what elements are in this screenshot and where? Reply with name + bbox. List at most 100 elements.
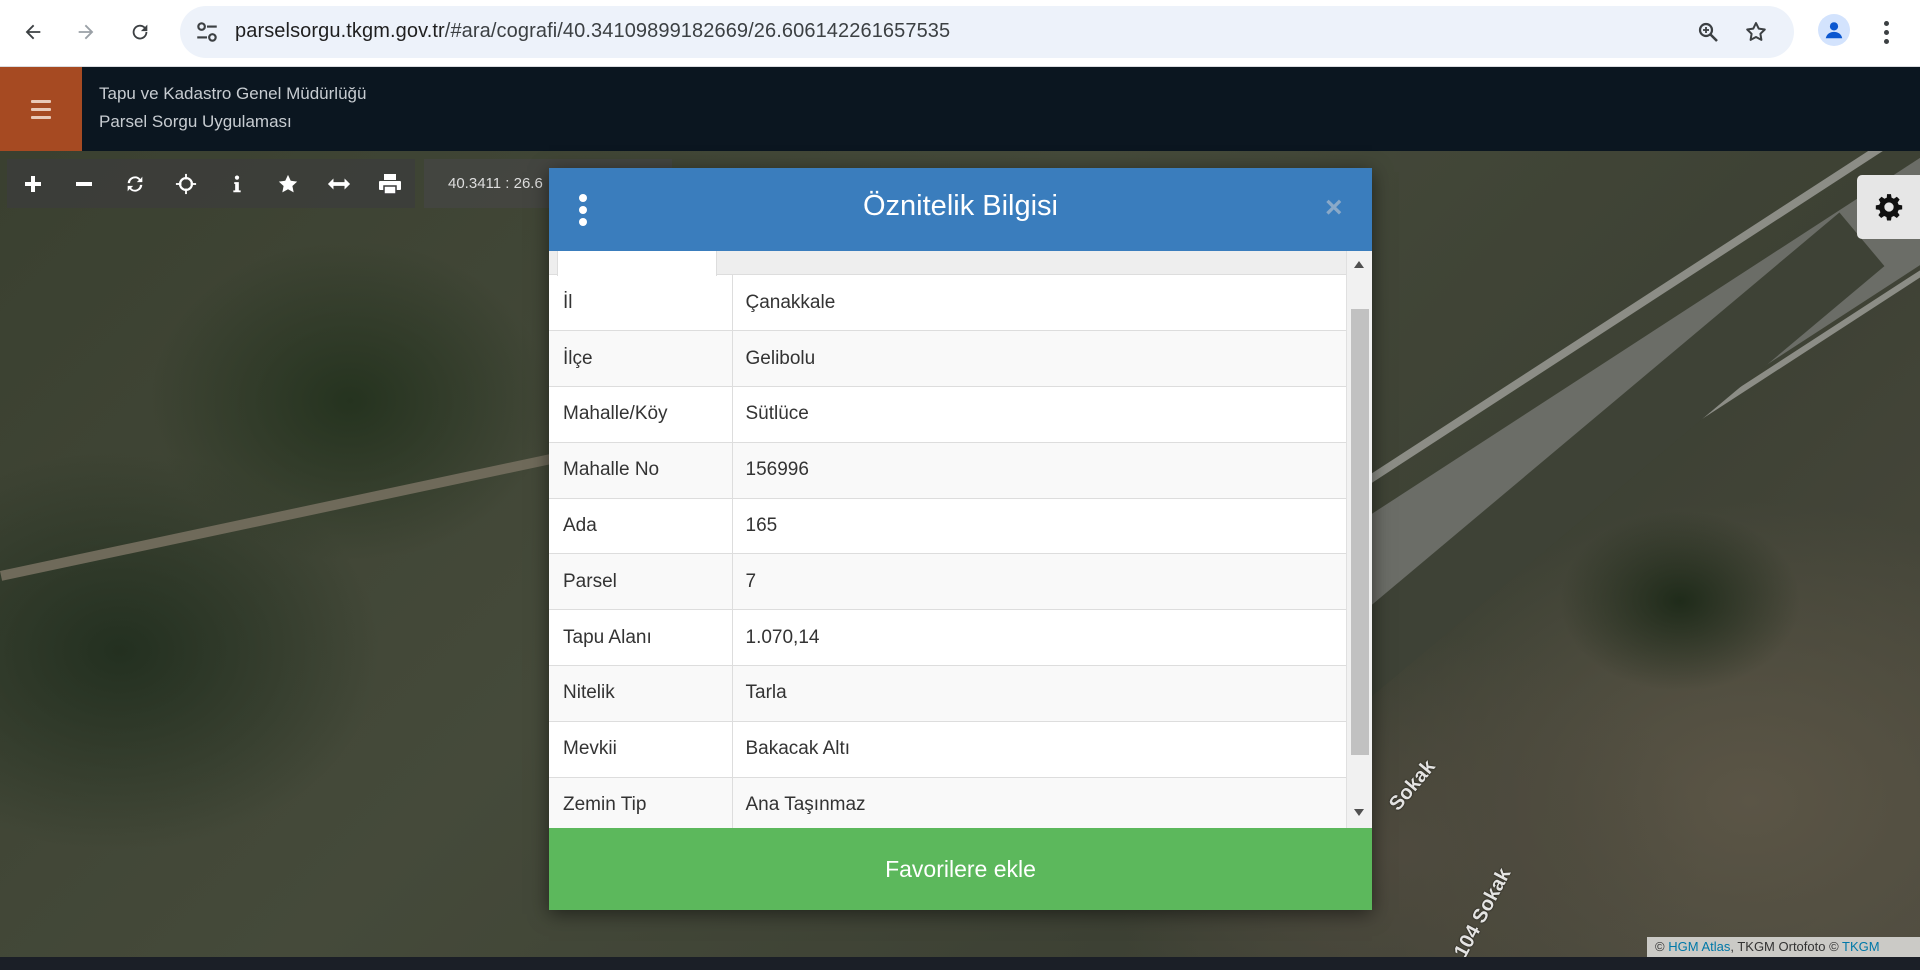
scrollbar[interactable] [1346, 251, 1372, 828]
favorites-button[interactable] [262, 159, 313, 208]
settings-button[interactable] [1857, 175, 1920, 239]
table-row: Mahalle/Köy Sütlüce [549, 386, 1346, 443]
attribute-key: Zemin Tip [549, 777, 733, 828]
star-icon [278, 174, 297, 192]
reload-button[interactable] [120, 12, 160, 52]
table-row: Mevkii Bakacak Altı [549, 721, 1346, 778]
scroll-thumb[interactable] [1351, 309, 1369, 755]
attribute-value: Gelibolu [732, 330, 1346, 388]
dirt-path [0, 442, 609, 581]
attribute-value: 1.070,14 [732, 609, 1346, 667]
attribute-value: Tarla [732, 665, 1346, 722]
refresh-icon [127, 175, 142, 192]
table-row: Mahalle No 156996 [549, 442, 1346, 499]
profile-button[interactable] [1818, 14, 1850, 46]
minus-icon [75, 181, 92, 186]
copyright-symbol: © [1655, 939, 1665, 954]
attribute-info-dialog: Öznitelik Bilgisi × İl Çanakkale İlçe Gelib… [549, 168, 1372, 910]
attribute-value: 165 [732, 498, 1346, 555]
zoom-button[interactable] [1694, 18, 1722, 46]
tab-active[interactable] [557, 251, 717, 276]
refresh-button[interactable] [109, 159, 160, 208]
address-bar[interactable]: parselsorgu.tkgm.gov.tr/#ara/cografi/40.… [180, 6, 1794, 58]
hgm-atlas-link[interactable]: HGM Atlas [1668, 939, 1730, 954]
dot-icon [1883, 20, 1889, 26]
app-name: Parsel Sorgu Uygulaması [99, 112, 292, 131]
print-icon [378, 173, 401, 195]
plus-icon [24, 175, 41, 192]
tkgm-link[interactable]: TKGM [1842, 939, 1880, 954]
star-outline-icon [1746, 22, 1766, 41]
attribute-key: Mahalle/Köy [549, 386, 733, 443]
attribution-text: , TKGM Ortofoto © [1730, 939, 1839, 954]
attribute-key: İl [549, 275, 733, 332]
url-text[interactable]: parselsorgu.tkgm.gov.tr/#ara/cografi/40.… [235, 20, 950, 43]
map-toolbar [7, 159, 415, 208]
add-to-favorites-button[interactable]: Favorilere ekle [549, 828, 1372, 910]
info-button[interactable] [211, 159, 262, 208]
scroll-down-arrow-icon[interactable] [1354, 809, 1364, 816]
table-row: İl Çanakkale [549, 275, 1346, 332]
tab-strip [549, 251, 1346, 276]
gear-icon [1875, 194, 1902, 221]
table-row: Zemin Tip Ana Taşınmaz [549, 777, 1346, 828]
attribute-value: Bakacak Altı [732, 721, 1346, 778]
crosshair-icon [175, 173, 196, 194]
dot-icon [1883, 29, 1889, 35]
attribute-key: Tapu Alanı [549, 609, 733, 667]
table-row: Nitelik Tarla [549, 665, 1346, 722]
attribute-value: Sütlüce [732, 386, 1346, 443]
dialog-body[interactable]: İl Çanakkale İlçe Gelibolu Mahalle/Köy Sütlüc… [549, 251, 1372, 828]
attribute-value: 7 [732, 553, 1346, 611]
measure-button[interactable] [313, 159, 364, 208]
scroll-up-arrow-icon[interactable] [1354, 261, 1364, 268]
attribute-key: Parsel [549, 553, 733, 611]
info-icon [232, 174, 241, 192]
attribute-value: 156996 [732, 442, 1346, 499]
org-name: Tapu ve Kadastro Genel Müdürlüğü [99, 84, 367, 103]
table-row: Tapu Alanı 1.070,14 [549, 609, 1346, 667]
street-label: Sokak [1385, 755, 1440, 816]
locate-button[interactable] [160, 159, 211, 208]
table-row: İlçe Gelibolu [549, 330, 1346, 388]
arrow-right-icon [78, 24, 94, 40]
url-host: parselsorgu.tkgm.gov.tr [235, 20, 445, 42]
attribute-key: Mahalle No [549, 442, 733, 499]
browser-toolbar: parselsorgu.tkgm.gov.tr/#ara/cografi/40.… [0, 0, 1920, 67]
attribute-value: Çanakkale [732, 275, 1346, 332]
attribute-table: İl Çanakkale İlçe Gelibolu Mahalle/Köy Sütlüc… [549, 275, 1346, 828]
zoom-in-button[interactable] [7, 159, 58, 208]
table-row: Parsel 7 [549, 553, 1346, 611]
dialog-header: Öznitelik Bilgisi × [549, 168, 1372, 251]
map-attribution: © HGM Atlas, TKGM Ortofoto © TKGM [1647, 937, 1920, 957]
arrow-left-icon [25, 24, 41, 40]
hamburger-line [31, 99, 51, 103]
reload-icon [132, 24, 148, 40]
app-header: Tapu ve Kadastro Genel Müdürlüğü Parsel … [0, 67, 1920, 151]
attribute-key: Ada [549, 498, 733, 555]
street-label: 104 Sokak [1450, 864, 1516, 957]
zoom-icon [1698, 22, 1718, 42]
url-path: /#ara/cografi/40.34109899182669/26.60614… [444, 20, 951, 42]
menu-button[interactable] [0, 67, 82, 151]
attribute-key: İlçe [549, 330, 733, 388]
hamburger-line [31, 115, 51, 119]
forward-button[interactable] [66, 12, 106, 52]
dialog-title: Öznitelik Bilgisi [863, 190, 1058, 222]
close-button[interactable]: × [1325, 192, 1343, 224]
table-row: Ada 165 [549, 498, 1346, 555]
measure-icon [327, 177, 350, 190]
site-settings-icon[interactable] [194, 19, 220, 45]
attribute-value: Ana Taşınmaz [732, 777, 1346, 828]
person-icon [1825, 22, 1843, 39]
attribute-key: Mevkii [549, 721, 733, 778]
bookmark-button[interactable] [1742, 18, 1770, 46]
dot-icon [1883, 38, 1889, 44]
hamburger-line [31, 107, 51, 111]
attribute-key: Nitelik [549, 665, 733, 722]
browser-menu-button[interactable] [1874, 14, 1898, 50]
back-button[interactable] [13, 12, 53, 52]
print-button[interactable] [364, 159, 415, 208]
os-taskbar [0, 957, 1920, 970]
zoom-out-button[interactable] [58, 159, 109, 208]
